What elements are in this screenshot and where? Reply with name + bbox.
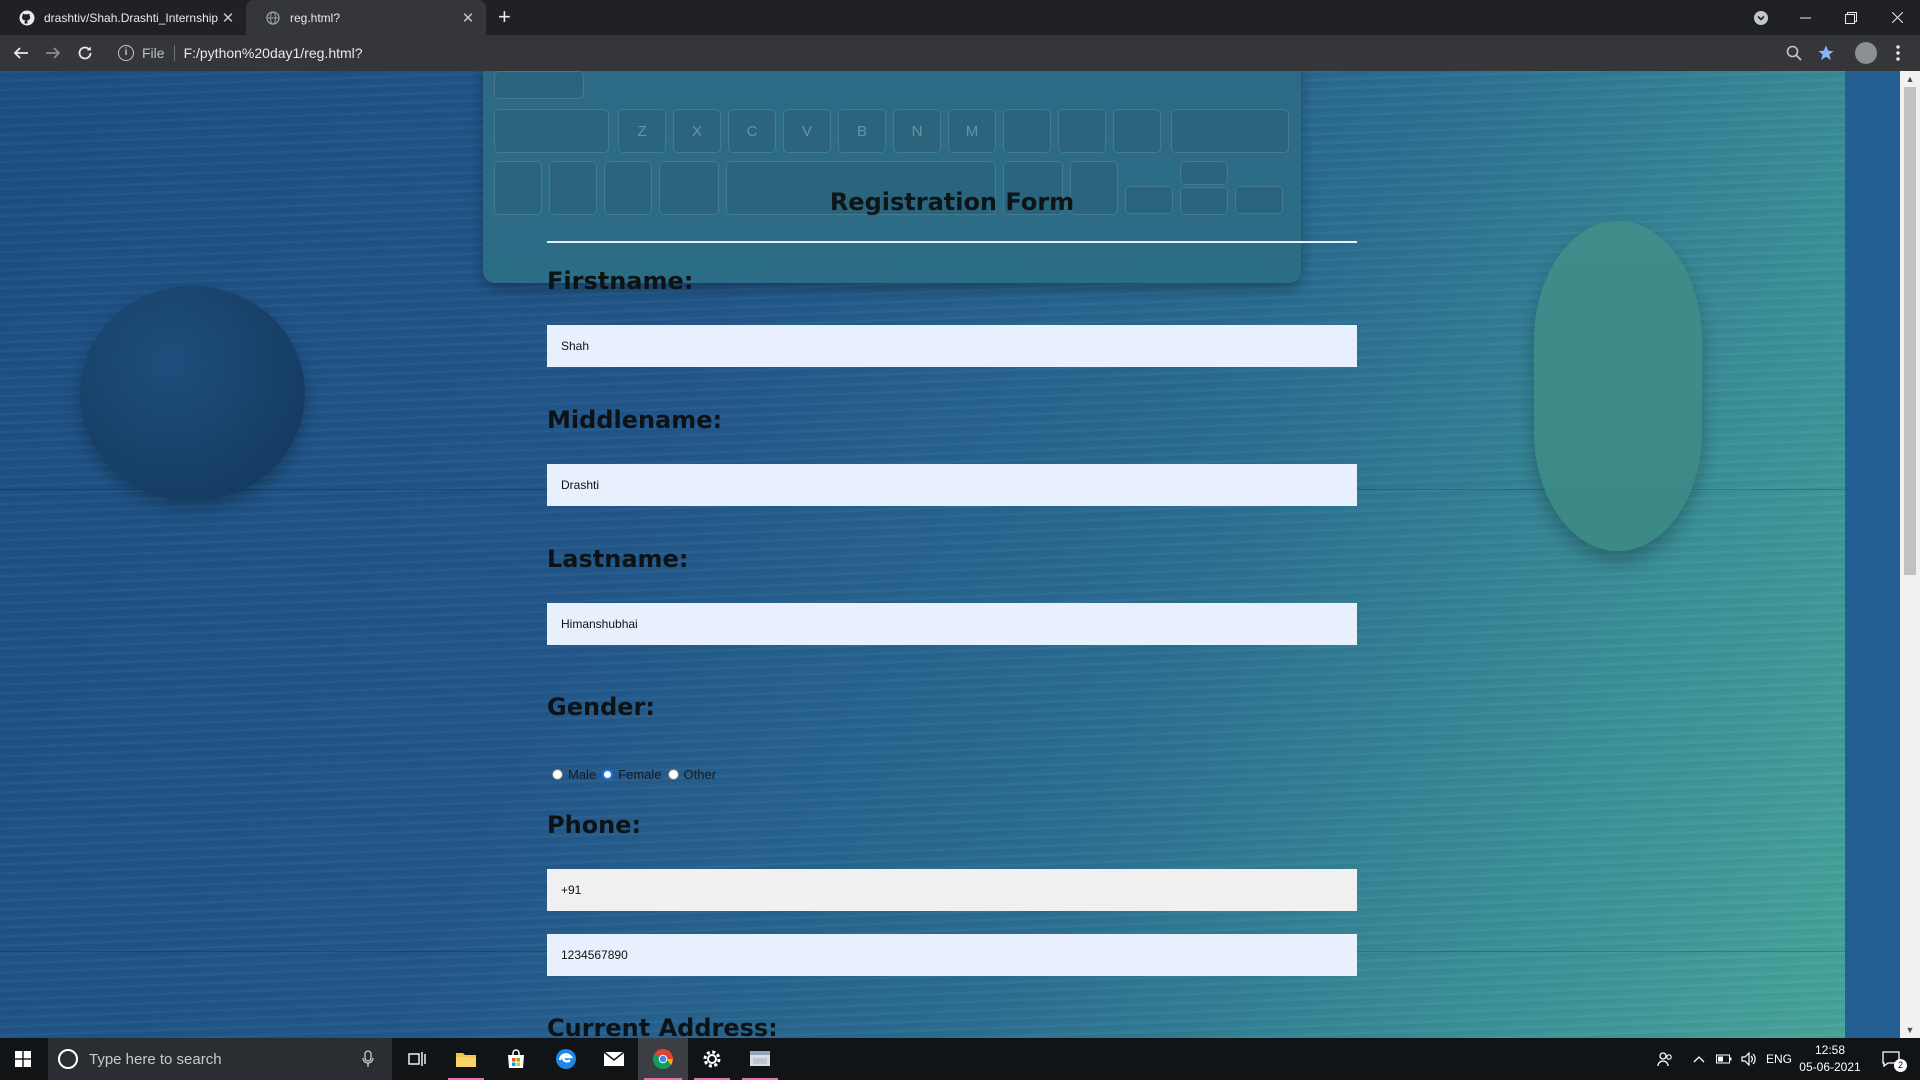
gender-radio-group: Male Female Other [552,767,722,782]
phone-number-input[interactable] [547,934,1357,976]
bookmark-star-icon[interactable] [1814,41,1838,65]
tab-title: reg.html? [290,10,341,25]
taskbar-clock[interactable]: 12:58 05-06-2021 [1790,1042,1870,1076]
search-placeholder: Type here to search [89,1050,222,1068]
gender-label: Gender: [547,693,655,721]
middlename-input[interactable] [547,464,1357,506]
form-title: Registration Form [829,188,1075,216]
people-icon[interactable] [1652,1038,1678,1080]
battery-icon[interactable] [1713,1038,1735,1080]
task-view-icon[interactable] [394,1038,440,1080]
zoom-icon[interactable] [1782,41,1806,65]
address-label: Current Address: [547,1014,778,1038]
scroll-down-icon[interactable]: ▼ [1900,1022,1920,1038]
gender-other-radio[interactable] [667,769,679,780]
github-icon [19,10,35,26]
gender-option-label: Other [683,767,717,782]
file-explorer-icon[interactable] [442,1038,490,1080]
firstname-input[interactable] [547,325,1357,367]
taskbar-search-box[interactable]: Type here to search [48,1038,392,1080]
middlename-label: Middlename: [547,406,723,434]
url-text[interactable]: F:/python%20day1/reg.html? [184,45,363,61]
app-window-icon[interactable] [736,1038,784,1080]
clock-time: 12:58 [1814,1043,1846,1057]
keyboard-photo: Z X C V B N M [483,71,1301,283]
page-viewport: Z X C V B N M Registration Form Firstnam… [0,71,1920,1038]
globe-icon [265,10,281,26]
restore-icon[interactable] [1828,0,1874,35]
volume-icon[interactable] [1738,1038,1760,1080]
gender-option-label: Male [568,767,597,782]
url-scheme: File [142,45,165,61]
cortana-icon [58,1049,78,1069]
edge-icon[interactable] [542,1038,590,1080]
title-divider [547,241,1357,243]
tab-github[interactable]: drashtiv/Shah.Drashti_Internship ✕ [0,0,246,35]
profile-avatar[interactable] [1854,41,1878,65]
tab-search-icon[interactable] [1738,0,1784,35]
settings-icon[interactable] [688,1038,736,1080]
right-margin-band [1845,71,1900,1038]
lastname-label: Lastname: [547,545,689,573]
scroll-up-icon[interactable]: ▲ [1900,71,1920,87]
phone-label: Phone: [547,811,642,839]
menu-icon[interactable] [1886,41,1910,65]
clock-date: 05-06-2021 [1799,1060,1861,1074]
apple-photo [80,286,305,501]
phone-code-input[interactable] [547,869,1357,911]
scrollbar-thumb[interactable] [1904,87,1916,575]
new-tab-button[interactable]: + [498,6,511,28]
address-bar[interactable]: i File F:/python%20day1/reg.html? [108,39,1848,67]
info-icon[interactable]: i [118,45,134,61]
forward-icon[interactable] [41,41,65,65]
microsoft-store-icon[interactable] [492,1038,540,1080]
address-separator [173,45,175,61]
back-icon[interactable] [9,41,33,65]
gender-option-label: Female [618,767,662,782]
gender-female-radio[interactable] [602,769,614,780]
reload-icon[interactable] [73,41,97,65]
vertical-scrollbar[interactable]: ▲ ▼ [1900,71,1920,1038]
windows-taskbar: Type here to search ENG 12:58 05-06-2021… [0,1038,1920,1080]
close-tab-icon[interactable]: ✕ [458,9,478,27]
windows-start-icon[interactable] [0,1038,46,1080]
firstname-label: Firstname: [547,267,694,295]
gender-male-radio[interactable] [552,769,563,780]
chrome-icon[interactable] [638,1038,688,1080]
mouse-photo [1534,221,1702,551]
microphone-icon[interactable] [362,1050,374,1072]
notification-badge: 2 [1894,1059,1907,1072]
browser-toolbar: i File F:/python%20day1/reg.html? [0,35,1920,71]
lastname-input[interactable] [547,603,1357,645]
tab-title: drashtiv/Shah.Drashti_Internship [44,10,218,25]
close-window-icon[interactable] [1874,0,1920,35]
tab-reg[interactable]: reg.html? ✕ [246,0,486,35]
minimize-icon[interactable] [1782,0,1828,35]
tab-bar: drashtiv/Shah.Drashti_Internship ✕ reg.h… [0,0,1920,35]
close-tab-icon[interactable]: ✕ [218,9,238,27]
mail-icon[interactable] [590,1038,638,1080]
language-indicator[interactable]: ENG [1766,1038,1792,1080]
chevron-up-icon[interactable] [1688,1038,1710,1080]
